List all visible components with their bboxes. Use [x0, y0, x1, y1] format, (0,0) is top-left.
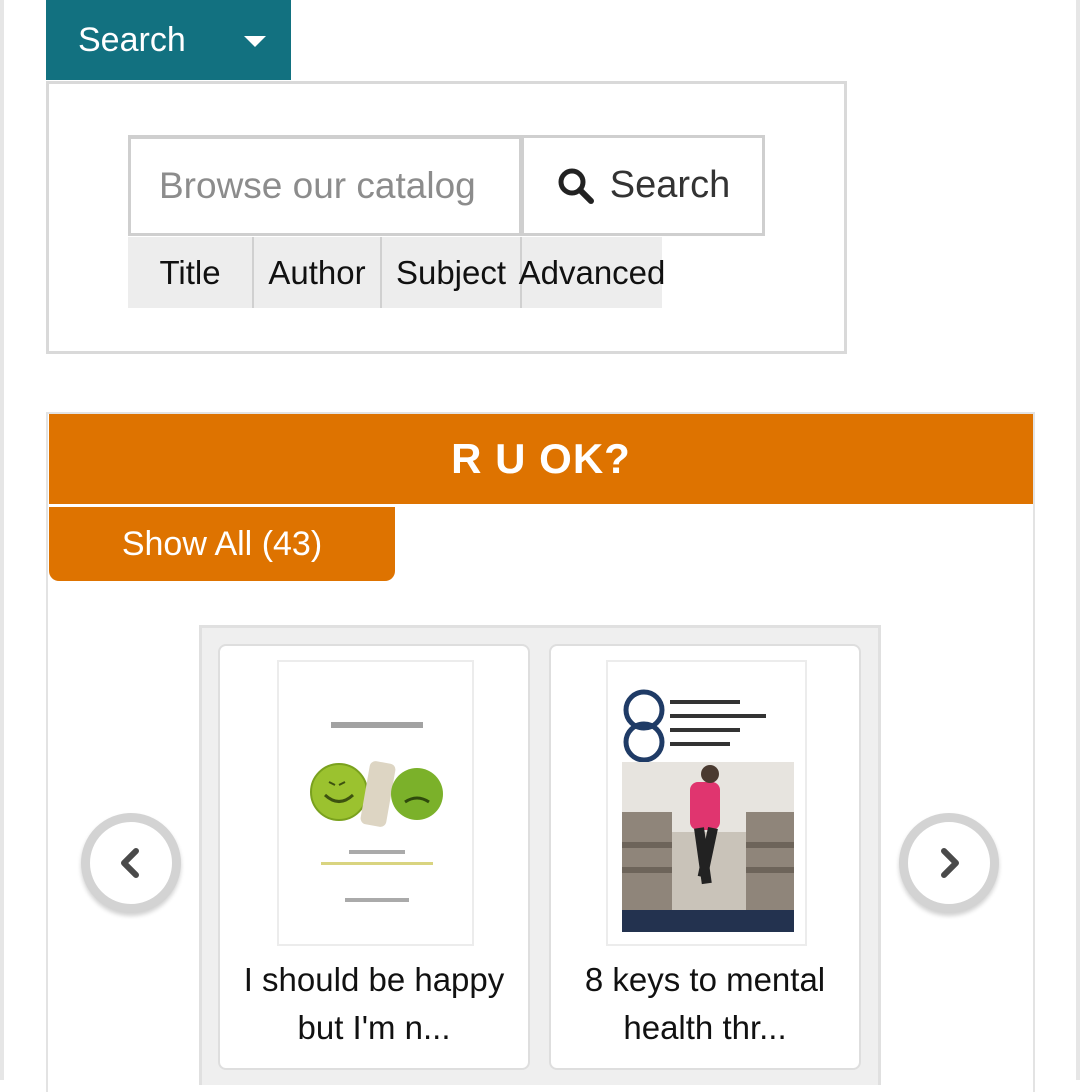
- search-type-advanced[interactable]: Advanced: [519, 237, 666, 308]
- search-button[interactable]: Search: [521, 135, 765, 236]
- chevron-left-icon: [121, 848, 139, 878]
- search-type-title[interactable]: Title: [128, 237, 254, 308]
- search-type-subject[interactable]: Subject: [382, 237, 522, 308]
- search-input[interactable]: [128, 135, 522, 236]
- search-tab-label: Search: [78, 20, 186, 59]
- show-all-button[interactable]: Show All (43): [49, 507, 395, 581]
- item-title[interactable]: I should be happy but I'm n...: [220, 956, 528, 1052]
- caret-down-icon: [244, 36, 266, 47]
- book-cover-image[interactable]: [277, 660, 474, 946]
- search-type-bar: Title Author Subject Advanced: [128, 237, 666, 308]
- carousel-item[interactable]: I should be happy but I'm n...: [218, 644, 530, 1070]
- page-edge-right: [1076, 0, 1080, 1080]
- book-cover-image[interactable]: [606, 660, 807, 946]
- widget-title: R U OK?: [49, 414, 1033, 504]
- search-type-author[interactable]: Author: [254, 237, 382, 308]
- chevron-right-icon: [941, 848, 959, 878]
- item-title[interactable]: 8 keys to mental health thr...: [551, 956, 859, 1052]
- search-icon: [558, 168, 594, 204]
- search-button-label: Search: [609, 164, 731, 206]
- carousel-prev-button[interactable]: [81, 813, 181, 913]
- show-all-label: Show All: [121, 524, 253, 563]
- carousel-next-button[interactable]: [899, 813, 999, 913]
- show-all-count: (43): [261, 524, 323, 563]
- search-tab[interactable]: Search: [46, 0, 291, 80]
- carousel-item[interactable]: 8 keys to mental health thr...: [549, 644, 861, 1070]
- page-edge-left: [0, 0, 4, 1080]
